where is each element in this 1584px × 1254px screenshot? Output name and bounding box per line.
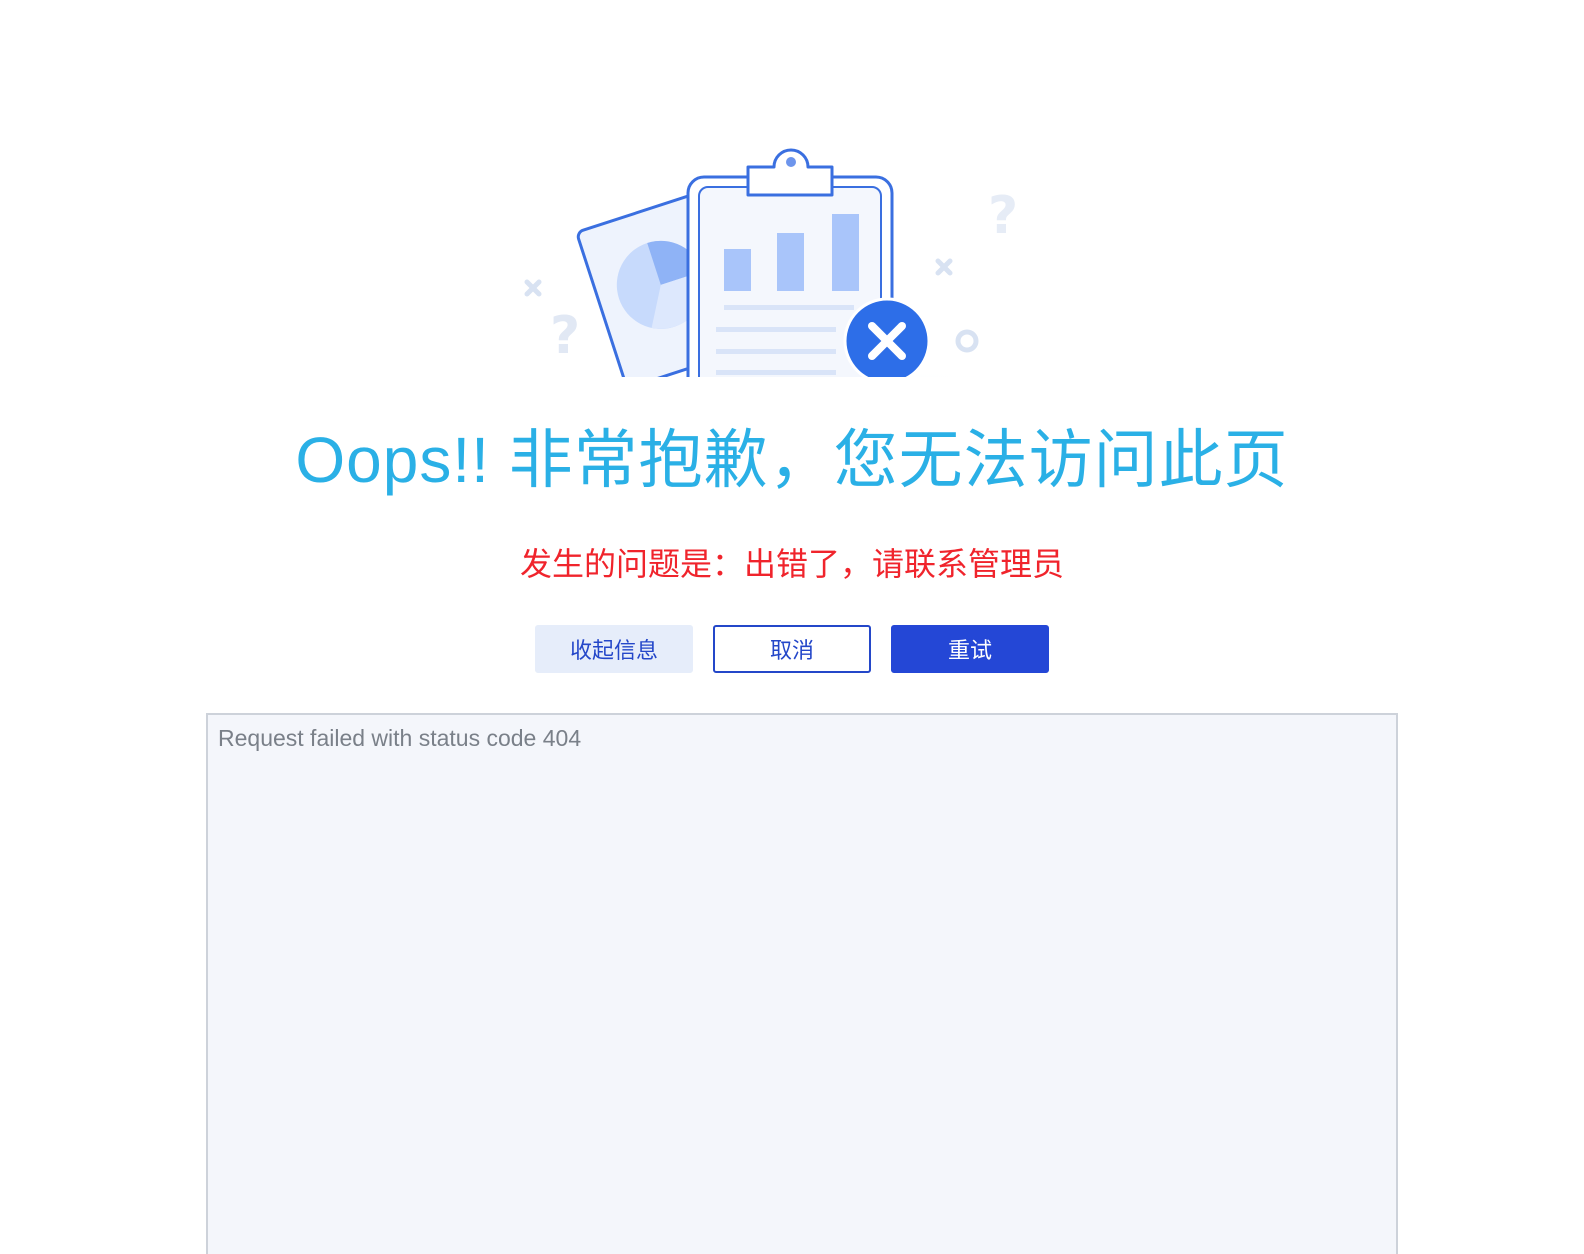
cancel-button[interactable]: 取消 (713, 625, 871, 673)
error-detail-text: Request failed with status code 404 (218, 725, 582, 751)
problem-message: 发生的问题是：出错了，请联系管理员 (519, 546, 1064, 582)
error-title: Oops!! 非常抱歉，您无法访问此页 (295, 424, 1289, 496)
error-page: ? ? Oops!! 非常抱歉，您无法访问此页 发生的问题是：出错了，请联系管理… (0, 0, 1584, 1254)
svg-text:?: ? (988, 186, 1018, 246)
retry-button[interactable]: 重试 (891, 625, 1049, 673)
collapse-info-button[interactable]: 收起信息 (535, 625, 693, 673)
action-buttons: 收起信息 取消 重试 (0, 625, 1584, 673)
error-detail-box[interactable]: Request failed with status code 404 (206, 713, 1398, 1254)
svg-text:?: ? (550, 306, 580, 366)
error-clipboard-icon: ? ? (372, 148, 1232, 377)
